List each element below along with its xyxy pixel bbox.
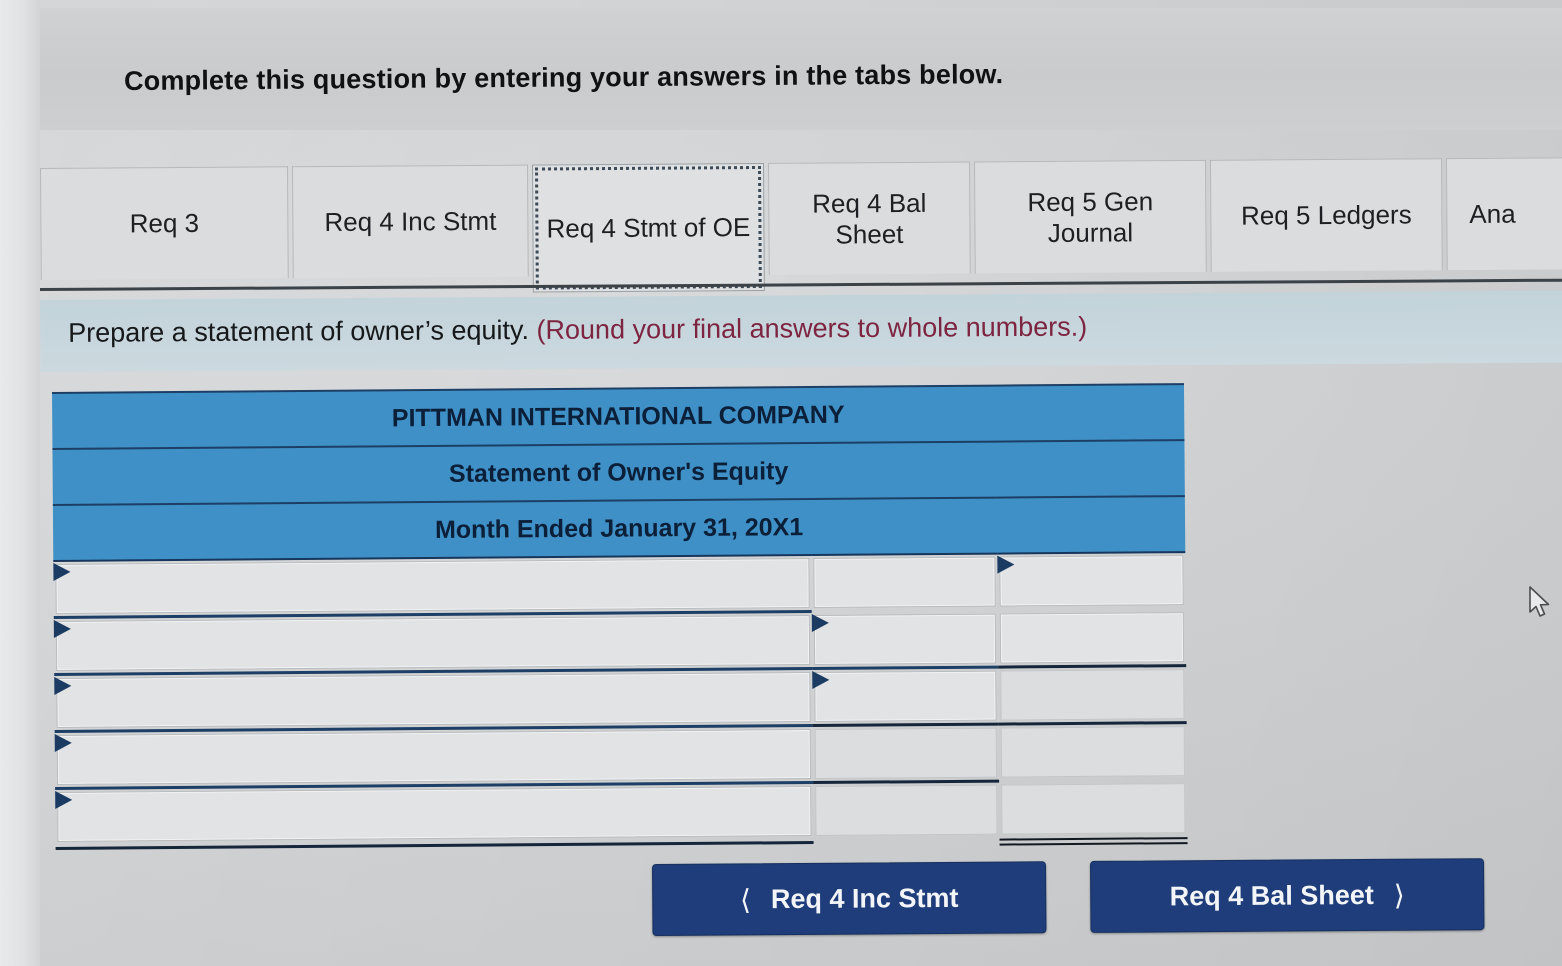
row-2-amount-2-cell[interactable] <box>998 610 1186 665</box>
tab-label: Req 5 Gen Journal <box>1027 186 1154 248</box>
row-4-amount-2-cell[interactable] <box>999 724 1187 779</box>
tab-list: Req 3 Req 4 Inc Stmt Req 4 Stmt of OE Re… <box>40 157 1562 294</box>
row-5-amount-1-input[interactable] <box>815 784 998 837</box>
question-navigation: ⟨ Req 4 Inc Stmt Req 4 Bal Sheet ⟩ <box>652 858 1485 936</box>
row-2-description-select[interactable] <box>55 615 811 671</box>
chevron-right-icon: ⟩ <box>1393 879 1405 911</box>
row-5-description-cell[interactable] <box>55 784 813 844</box>
total-double-underline <box>999 837 1188 846</box>
row-4-amount-2-input[interactable] <box>1000 726 1186 778</box>
row-3-description-select[interactable] <box>56 672 811 728</box>
tab-label: Ana <box>1469 198 1516 230</box>
statement-title-row-period: Month Ended January 31, 20X1 <box>52 496 1186 561</box>
question-prompt-band: Prepare a statement of owner’s equity. (… <box>40 290 1562 372</box>
tab-req-4-inc-stmt[interactable]: Req 4 Inc Stmt <box>291 164 529 279</box>
row-1-description-cell[interactable] <box>53 555 811 616</box>
table-row <box>54 667 1186 730</box>
row-4-amount-1-cell[interactable] <box>813 726 999 781</box>
row-2-description-cell[interactable] <box>54 613 812 673</box>
row-1-amount-2-cell[interactable] <box>997 552 1185 608</box>
tab-label: Req 4 Stmt of OE <box>546 211 751 244</box>
row-3-description-cell[interactable] <box>54 670 812 730</box>
row-3-amount-2-input[interactable] <box>1000 669 1185 721</box>
tab-label: Req 3 <box>129 208 200 239</box>
row-3-amount-2-cell[interactable] <box>998 667 1186 722</box>
row-2-amount-2-input[interactable] <box>999 612 1185 664</box>
statement-period: Month Ended January 31, 20X1 <box>52 496 1186 561</box>
row-4-amount-1-input[interactable] <box>814 727 998 780</box>
row-1-description-select[interactable] <box>55 558 810 614</box>
statement-of-owners-equity-table: PITTMAN INTERNATIONAL COMPANY Statement … <box>52 383 1188 853</box>
table-row <box>55 781 1187 844</box>
instruction-banner-text: Complete this question by entering your … <box>123 59 1004 96</box>
statement-title-row-company: PITTMAN INTERNATIONAL COMPANY <box>52 384 1185 449</box>
prev-question-label: Req 4 Inc Stmt <box>770 882 959 914</box>
row-5-amount-2-input[interactable] <box>1001 783 1186 835</box>
tab-req-4-stmt-of-oe[interactable]: Req 4 Stmt of OE <box>531 162 765 293</box>
row-4-description-cell[interactable] <box>55 727 813 787</box>
table-row <box>55 724 1187 787</box>
prompt-main-text: Prepare a statement of owner’s equity. <box>68 315 530 348</box>
table-row <box>54 610 1186 673</box>
statement-company-name: PITTMAN INTERNATIONAL COMPANY <box>52 384 1185 449</box>
instruction-banner: Complete this question by entering your … <box>40 8 1562 130</box>
table-row <box>53 552 1185 616</box>
row-5-amount-2-cell[interactable] <box>999 781 1187 836</box>
tab-label: Req 5 Ledgers <box>1240 199 1412 231</box>
row-3-amount-1-cell[interactable] <box>812 669 998 724</box>
prev-question-button[interactable]: ⟨ Req 4 Inc Stmt <box>652 861 1047 936</box>
row-2-amount-1-select[interactable] <box>813 613 997 666</box>
row-1-amount-2-select[interactable] <box>999 555 1184 607</box>
next-question-button[interactable]: Req 4 Bal Sheet ⟩ <box>1089 858 1485 933</box>
page-left-margin <box>0 0 40 966</box>
tab-label: Req 4 Inc Stmt <box>324 205 497 238</box>
tab-label: Req 4 Bal Sheet <box>812 187 927 249</box>
next-question-label: Req 4 Bal Sheet <box>1169 879 1374 911</box>
prompt-rounding-note: (Round your final answers to whole numbe… <box>536 311 1088 345</box>
tab-req-5-gen-journal[interactable]: Req 5 Gen Journal <box>973 159 1207 274</box>
row-4-description-select[interactable] <box>56 729 812 785</box>
row-2-amount-1-cell[interactable] <box>812 612 998 667</box>
statement-name: Statement of Owner's Equity <box>52 440 1185 505</box>
row-5-amount-1-cell[interactable] <box>813 783 999 838</box>
row-3-amount-1-select[interactable] <box>814 670 997 723</box>
tab-strip: Req 3 Req 4 Inc Stmt Req 4 Stmt of OE Re… <box>40 157 1562 294</box>
statement-title-row-name: Statement of Owner's Equity <box>52 440 1185 505</box>
question-prompt: Prepare a statement of owner’s equity. (… <box>68 312 1087 349</box>
row-1-amount-1-input[interactable] <box>813 556 996 609</box>
tab-req-3[interactable]: Req 3 <box>40 166 289 280</box>
tab-req-4-bal-sheet[interactable]: Req 4 Bal Sheet <box>767 161 971 275</box>
tab-analysis-truncated[interactable]: Ana <box>1445 157 1562 271</box>
tab-req-5-ledgers[interactable]: Req 5 Ledgers <box>1209 158 1443 272</box>
row-1-amount-1-cell[interactable] <box>811 554 997 610</box>
chevron-left-icon: ⟨ <box>739 883 752 915</box>
row-5-description-select[interactable] <box>57 786 812 842</box>
